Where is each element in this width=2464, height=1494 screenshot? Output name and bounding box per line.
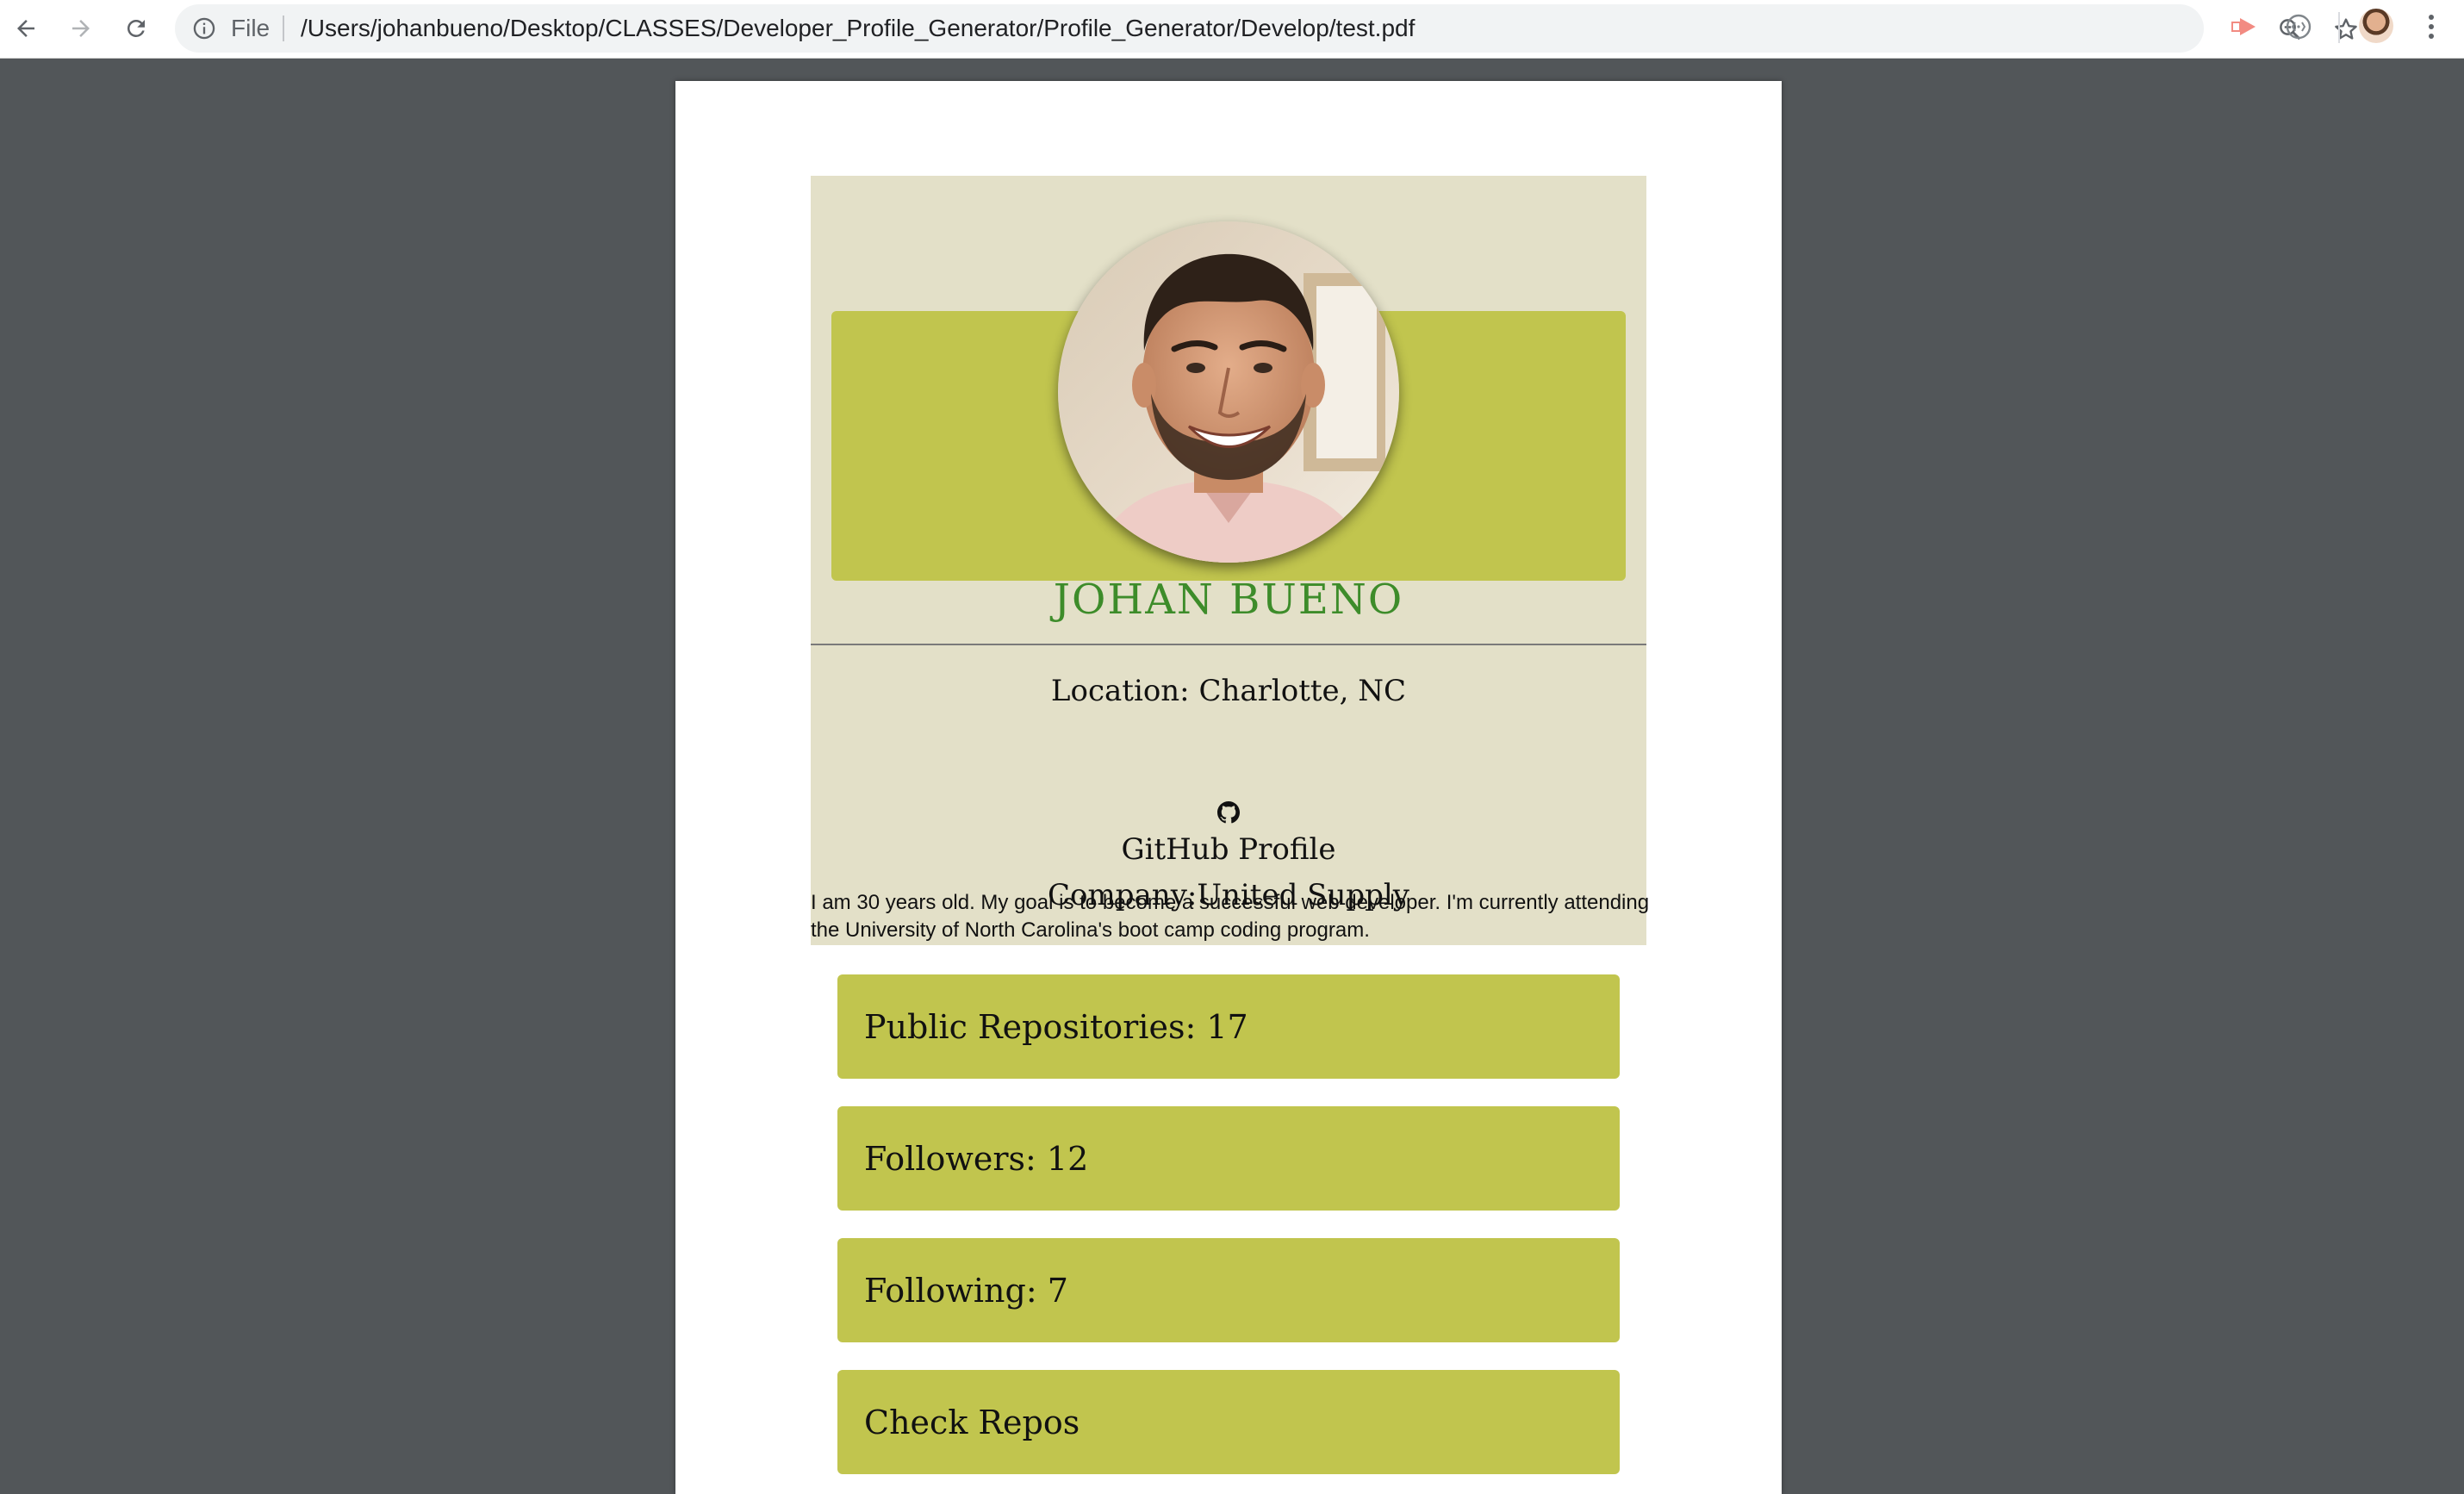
browser-toolbar: File /Users/johanbueno/Desktop/CLASSES/D… <box>0 0 2464 59</box>
header-divider <box>811 644 1646 645</box>
reload-icon <box>127 19 145 37</box>
menu-icon[interactable] <box>2424 12 2438 41</box>
devtools-extension-icon[interactable] <box>2285 13 2312 40</box>
url-scheme-label: File <box>231 15 271 41</box>
extension-icon[interactable] <box>2230 14 2259 40</box>
address-bar[interactable]: File /Users/johanbueno/Desktop/CLASSES/D… <box>175 4 2357 53</box>
reload-button[interactable] <box>116 9 156 48</box>
back-button[interactable] <box>6 9 46 48</box>
location-text: Location: Charlotte, NC <box>1050 674 1407 708</box>
user-avatar[interactable] <box>2359 9 2393 43</box>
profile-header-card: JOHAN BUENO Location: Charlotte, NC GitH… <box>811 176 1646 945</box>
pdf-page: JOHAN BUENO Location: Charlotte, NC GitH… <box>675 81 1782 1494</box>
profile-name: JOHAN BUENO <box>1053 576 1404 624</box>
back-icon <box>17 20 34 37</box>
forward-icon <box>72 20 90 37</box>
info-icon[interactable] <box>192 16 216 40</box>
forward-button[interactable] <box>61 9 101 48</box>
url-text[interactable]: /Users/johanbueno/Desktop/CLASSES/Develo… <box>301 15 1415 42</box>
toolbar-separator <box>2338 12 2340 43</box>
bio-text: I am 30 years old. My goal is to become … <box>811 891 1650 942</box>
profile-photo-image <box>1058 221 1399 563</box>
omnibox-separator <box>283 16 284 41</box>
following-card: Following: 7 <box>837 1238 1620 1342</box>
public-repos-card: Public Repositories: 17 <box>837 974 1620 1079</box>
profile-photo <box>1058 221 1399 563</box>
github-icon[interactable] <box>1217 801 1240 824</box>
star-icon[interactable] <box>2332 16 2360 43</box>
github-profile-link[interactable]: GitHub Profile <box>811 831 1646 868</box>
followers-card: Followers: 12 <box>837 1106 1620 1211</box>
check-repos-button[interactable]: Check Repos <box>837 1370 1620 1474</box>
